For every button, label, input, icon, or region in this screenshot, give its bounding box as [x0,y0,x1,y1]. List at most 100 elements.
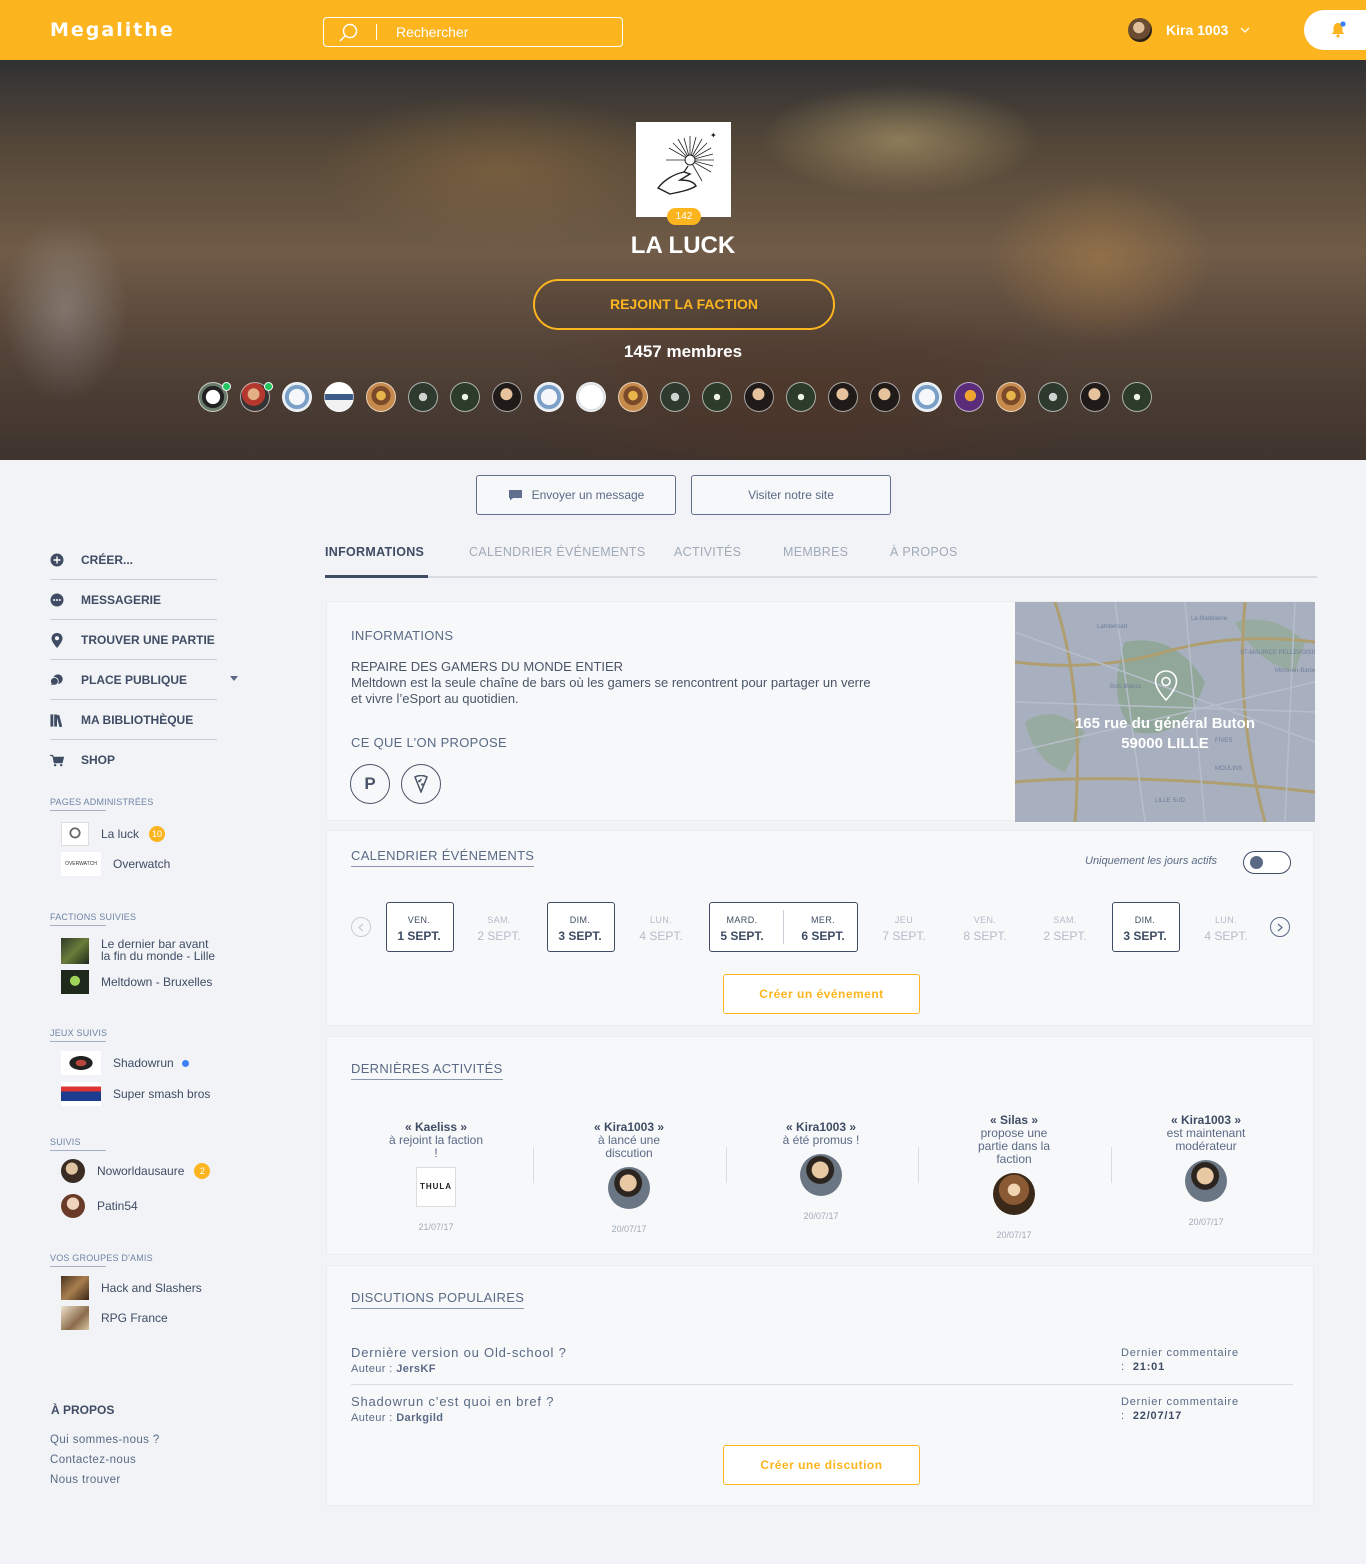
activity-thumb[interactable]: THULA [416,1167,456,1207]
sidebar-item-library[interactable]: MA BIBLIOTHÈQUE [50,700,240,740]
caret-down-icon[interactable] [230,676,238,681]
notifications-button[interactable] [1304,10,1366,50]
sidebar-item-find-game[interactable]: TROUVER UNE PARTIE [50,620,240,660]
location-map[interactable]: Lambersart La Madeleine ST-MAURICE PELLEV… [1015,602,1315,822]
group-item[interactable]: Hack and Slashers [61,1276,202,1300]
user-avatar[interactable] [608,1167,650,1209]
member-avatar[interactable] [1122,382,1152,412]
group-item[interactable]: RPG France [61,1306,168,1330]
sidebar-item-shop[interactable]: SHOP [50,740,240,780]
find-us-link[interactable]: Nous trouver [50,1474,121,1486]
day-name: VEN. [407,915,431,925]
user-menu[interactable]: Kira 1003 [1128,18,1250,42]
create-discussion-button[interactable]: Créer une discution [723,1445,920,1485]
tab-about[interactable]: À PROPOS [890,545,958,559]
followed-item[interactable]: Patin54 [61,1194,138,1218]
create-event-button[interactable]: Créer un événement [723,974,920,1014]
search-box[interactable] [323,17,623,47]
member-avatar[interactable] [408,382,438,412]
user-avatar[interactable] [1185,1160,1227,1202]
activity-username[interactable]: « Kaeliss » [405,1120,467,1134]
author-name[interactable]: JersKF [396,1363,436,1375]
user-avatar[interactable] [800,1154,842,1196]
notification-count: 2 [194,1163,211,1179]
member-avatar[interactable] [660,382,690,412]
admin-page-item[interactable]: OVERWATCH Overwatch [61,852,170,876]
member-avatar[interactable] [744,382,774,412]
member-avatar[interactable] [870,382,900,412]
calendar-day[interactable]: JEU 7 SEPT. [871,902,937,952]
active-days-toggle[interactable] [1243,851,1291,874]
tab-members[interactable]: MEMBRES [783,545,848,559]
activity-date: 20/07/17 [803,1211,839,1221]
member-avatar[interactable] [324,382,354,412]
calendar-prev-button[interactable] [351,917,371,937]
calendar-day[interactable]: MER. 6 SEPT. [790,902,856,952]
member-avatar[interactable] [702,382,732,412]
activity-username[interactable]: « Kira1003 » [1171,1113,1241,1127]
activity-username[interactable]: « Kira1003 » [786,1120,856,1134]
calendar-day[interactable]: DIM. 3 SEPT. [1112,902,1178,952]
member-avatar[interactable] [282,382,312,412]
sidebar-item-create[interactable]: CRÉER... [50,540,240,580]
author-name[interactable]: Darkgild [396,1412,443,1424]
member-avatar[interactable] [576,382,606,412]
about-link[interactable]: Qui sommes-nous ? [50,1434,160,1446]
tab-calendar[interactable]: CALENDRIER ÉVÉNEMENTS [469,545,645,559]
member-avatar[interactable] [492,382,522,412]
member-avatar[interactable] [786,382,816,412]
member-avatar[interactable] [450,382,480,412]
faction-item[interactable]: Meltdown - Bruxelles [61,970,212,994]
app-logo[interactable]: Megalithe [50,19,175,41]
calendar-day[interactable]: SAM. 2 SEPT. [466,902,532,952]
calendar-day[interactable]: DIM. 3 SEPT. [547,902,613,952]
day-name: JEU [894,915,914,925]
game-label: Super smash bros [113,1087,211,1101]
join-faction-button[interactable]: REJOINT LA FACTION [533,279,835,330]
activity-text: propose une partie dans la faction [977,1126,1051,1166]
info-title: INFORMATIONS [351,628,454,643]
tab-informations[interactable]: INFORMATIONS [325,545,424,559]
member-avatar[interactable] [996,382,1026,412]
member-avatar[interactable] [912,382,942,412]
followed-item[interactable]: Noworldausaure 2 [61,1159,211,1183]
chevron-down-icon[interactable] [1240,27,1250,33]
member-avatar[interactable] [828,382,858,412]
calendar-day[interactable]: MARD. 5 SEPT. [709,902,775,952]
sidebar-item-messaging[interactable]: MESSAGERIE [50,580,240,620]
sidebar-item-public-place[interactable]: PLACE PUBLIQUE [50,660,240,700]
calendar-day[interactable]: VEN. 1 SEPT. [386,902,452,952]
discussion-title[interactable]: Shadowrun c’est quoi en bref ? [351,1394,554,1409]
game-item[interactable]: Shadowrun [61,1051,189,1075]
game-item[interactable]: Super smash bros [61,1082,210,1106]
visit-site-button[interactable]: Visiter notre site [691,475,891,515]
discussion-title[interactable]: Dernière version ou Old-school ? [351,1345,567,1360]
search-input[interactable] [396,18,606,45]
user-avatar[interactable] [993,1173,1035,1215]
activity-username[interactable]: « Kira1003 » [594,1120,664,1134]
sidebar-nav: CRÉER... MESSAGERIE TROUVER UNE PARTIE P… [50,540,240,780]
member-avatar[interactable] [534,382,564,412]
member-avatar[interactable] [1038,382,1068,412]
admin-page-item[interactable]: La luck 10 [61,822,166,846]
send-message-button[interactable]: Envoyer un message [476,475,676,515]
calendar-day[interactable]: LUN. 4 SEPT. [628,902,694,952]
calendar-next-button[interactable] [1270,917,1290,937]
search-icon[interactable] [338,23,360,43]
info-body: REPAIRE DES GAMERS DU MONDE ENTIER Meltd… [351,659,871,707]
user-name[interactable]: Kira 1003 [1166,22,1228,38]
calendar-day[interactable]: LUN. 4 SEPT. [1193,902,1259,952]
user-avatar[interactable] [1128,18,1152,42]
faction-label: Meltdown - Bruxelles [101,975,213,989]
calendar-day[interactable]: SAM. 2 SEPT. [1032,902,1098,952]
member-avatar[interactable] [1080,382,1110,412]
faction-item[interactable]: Le dernier bar avant la fin du monde - L… [61,938,221,964]
member-avatar[interactable] [618,382,648,412]
contact-link[interactable]: Contactez-nous [50,1454,136,1466]
tab-activities[interactable]: ACTIVITÉS [674,545,741,559]
member-avatar[interactable] [954,382,984,412]
activity-username[interactable]: « Silas » [990,1113,1038,1127]
calendar-day[interactable]: VEN. 8 SEPT. [952,902,1018,952]
member-avatar[interactable] [366,382,396,412]
bell-icon[interactable] [1330,21,1346,38]
